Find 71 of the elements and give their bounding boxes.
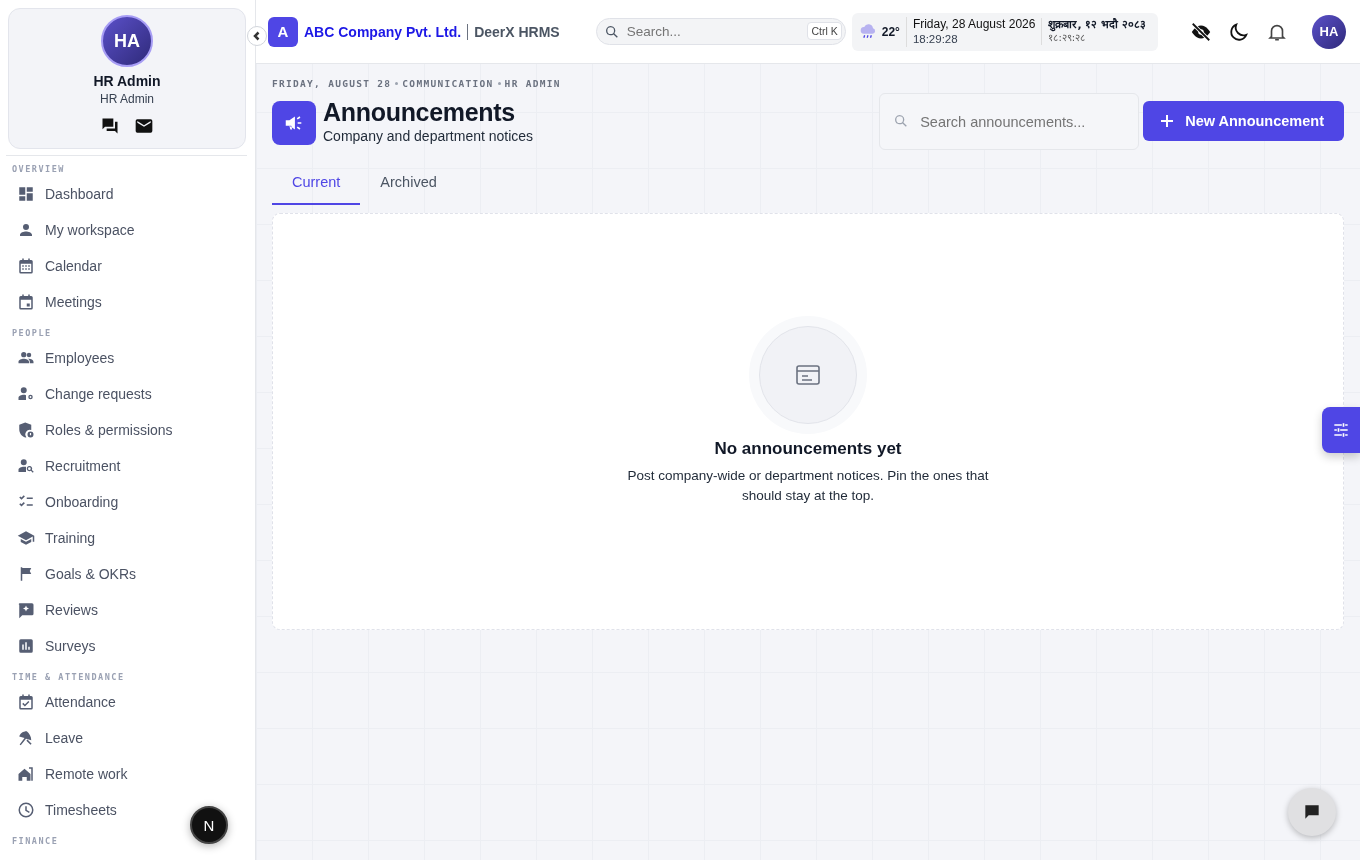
empty-state-title: No announcements yet — [714, 439, 902, 459]
dev-badge[interactable]: N — [190, 806, 228, 844]
sidebar-item[interactable]: Meetings — [0, 284, 118, 320]
sidebar-item[interactable]: Roles & permissions — [0, 412, 189, 448]
nav-icon — [17, 693, 35, 711]
temperature: 22° — [881, 24, 900, 39]
section-label: OVERVIEW — [11, 163, 66, 176]
mail-icon[interactable] — [134, 116, 154, 136]
page-title: Announcements — [323, 99, 516, 127]
sidebar-item[interactable]: Surveys — [0, 628, 112, 664]
section-label: PEOPLE — [11, 327, 53, 340]
sidebar-item[interactable]: Reviews — [0, 592, 114, 628]
user-avatar[interactable]: HA — [1312, 14, 1346, 49]
announcement-search-field[interactable]: Search announcements... — [879, 93, 1140, 150]
sliders-icon — [1331, 420, 1351, 440]
chat-button[interactable] — [1288, 788, 1336, 836]
logo: A — [268, 16, 298, 47]
shortcut-hint: Ctrl K — [807, 22, 842, 40]
breadcrumb-item: FRIDAY, AUGUST 28 — [272, 78, 392, 89]
profile-name: HR Admin — [93, 73, 161, 89]
tab[interactable]: Archived — [360, 164, 457, 205]
nav-icon — [17, 293, 35, 311]
nav-icon — [17, 729, 35, 747]
profile-role: HR Admin — [100, 92, 154, 106]
empty-state-message: Post company-wide or department notices. Pin the ones that should stay at the top. — [626, 467, 990, 506]
new-announcement-button[interactable]: New Announcement — [1143, 101, 1344, 141]
nav-icon — [17, 765, 35, 783]
sidebar-item[interactable]: Recruitment — [0, 448, 137, 484]
sidebar-item[interactable]: Goals & OKRs — [0, 556, 153, 592]
section-label: FINANCE — [11, 835, 60, 848]
nav-icon — [17, 421, 35, 439]
nav-icon — [17, 601, 35, 619]
nav-icon — [17, 801, 35, 819]
nav-icon — [17, 185, 35, 203]
breadcrumb-item: COMMUNICATION — [402, 78, 494, 89]
chevron-left-icon — [252, 31, 262, 41]
sidebar-item[interactable]: My workspace — [0, 212, 151, 248]
nav-icon — [17, 257, 35, 275]
sidebar-item[interactable]: Calendar — [0, 248, 118, 284]
nav-icon — [17, 529, 35, 547]
local-date: शुक्रबार, १२ भदौ २०८३ — [1048, 18, 1147, 33]
moon-icon[interactable] — [1228, 20, 1250, 43]
sidebar-item[interactable]: Onboarding — [0, 484, 135, 520]
section-label: TIME & ATTENDANCE — [11, 671, 126, 684]
nav-icon — [17, 385, 35, 403]
company-name: ABC Company Pvt. Ltd. — [304, 23, 462, 40]
collapse-button[interactable] — [247, 26, 267, 46]
sidebar-item[interactable]: Training — [0, 520, 112, 556]
sidebar-item[interactable]: Dashboard — [0, 176, 130, 212]
nav-icon — [17, 637, 35, 655]
avatar[interactable]: HA — [101, 15, 153, 67]
sidebar-item[interactable]: Attendance — [0, 684, 132, 720]
local-time: १८:२९:२८ — [1048, 32, 1087, 45]
tab[interactable]: Current — [272, 164, 361, 205]
chat-icon[interactable] — [100, 116, 120, 136]
breadcrumb-item: HR ADMIN — [504, 78, 561, 89]
nav-icon — [17, 457, 35, 475]
sidebar-item[interactable]: Timesheets — [0, 792, 133, 828]
sidebar-item[interactable]: Leave — [0, 720, 100, 756]
time: 18:29:28 — [912, 31, 959, 47]
page-subtitle: Company and department notices — [323, 127, 534, 144]
plus-icon — [1159, 113, 1176, 129]
sidebar-item[interactable]: Employees — [0, 340, 131, 376]
nav-icon — [17, 221, 35, 239]
sidebar-item[interactable]: Change requests — [0, 376, 168, 412]
megaphone-icon — [272, 101, 316, 145]
eye-off-icon[interactable] — [1190, 20, 1212, 43]
date: Friday, 28 August 2026 — [912, 16, 1036, 32]
product-name: DeerX HRMS — [474, 23, 560, 40]
sidebar-item[interactable]: Remote work — [0, 756, 144, 792]
settings-tab[interactable] — [1322, 407, 1360, 453]
